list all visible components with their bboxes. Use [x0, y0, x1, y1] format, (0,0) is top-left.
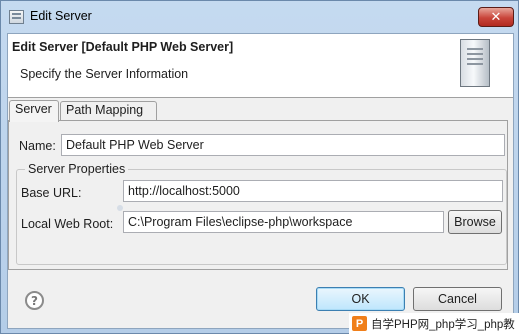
- tab-server[interactable]: Server: [9, 100, 59, 122]
- server-properties-title: Server Properties: [25, 162, 129, 176]
- app-icon: [9, 10, 24, 24]
- server-properties-group: Server Properties Base URL: http://local…: [16, 162, 507, 265]
- title-bar[interactable]: Edit Server ✕: [1, 1, 518, 34]
- header-description: Specify the Server Information: [20, 67, 189, 81]
- base-url-label: Base URL:: [21, 186, 82, 200]
- base-url-input[interactable]: http://localhost:5000: [123, 180, 503, 202]
- name-label: Name:: [19, 139, 56, 153]
- help-icon[interactable]: ?: [25, 291, 44, 310]
- close-icon: ✕: [490, 9, 502, 25]
- header-title: Edit Server [Default PHP Web Server]: [12, 40, 234, 54]
- name-input[interactable]: Default PHP Web Server: [61, 134, 505, 156]
- dialog-header: Edit Server [Default PHP Web Server] Spe…: [8, 34, 513, 98]
- close-button[interactable]: ✕: [478, 7, 514, 27]
- local-web-root-input[interactable]: C:\Program Files\eclipse-php\workspace: [123, 211, 444, 233]
- local-web-root-label: Local Web Root:: [21, 217, 114, 231]
- php-logo-icon: P: [352, 316, 367, 331]
- ok-button[interactable]: OK: [316, 287, 405, 311]
- browse-button[interactable]: Browse: [448, 210, 502, 234]
- tab-bar: Server Path Mapping: [8, 100, 513, 122]
- server-icon: [460, 39, 490, 87]
- server-tab-panel: Name: Default PHP Web Server Server Prop…: [8, 120, 508, 270]
- dialog-body: Edit Server [Default PHP Web Server] Spe…: [7, 33, 514, 329]
- tab-path-mapping[interactable]: Path Mapping: [60, 101, 157, 120]
- watermark-banner: P 自学PHP网_php学习_php教: [349, 313, 519, 334]
- window-title: Edit Server: [30, 9, 92, 23]
- cancel-button[interactable]: Cancel: [413, 287, 502, 311]
- dialog-window: Edit Server ✕ Edit Server [Default PHP W…: [0, 0, 519, 334]
- watermark-text: 自学PHP网_php学习_php教: [371, 318, 515, 331]
